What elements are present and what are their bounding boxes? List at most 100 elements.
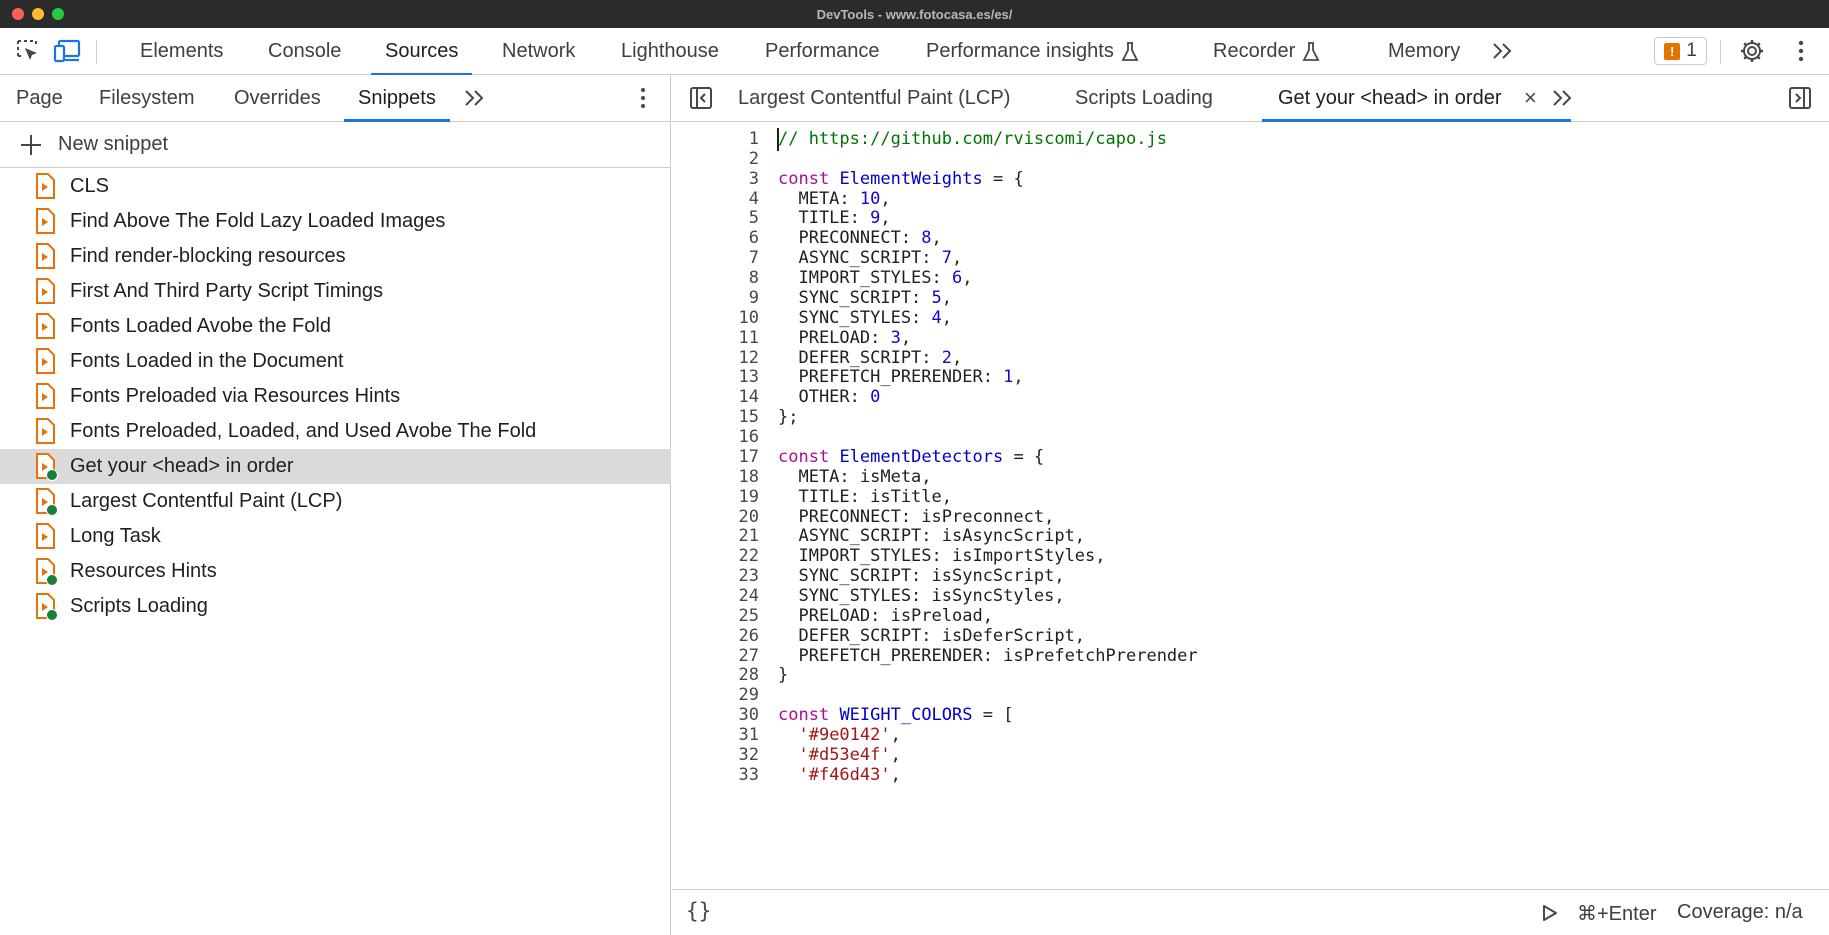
snippet-item[interactable]: Scripts Loading bbox=[0, 589, 671, 624]
code-editor[interactable]: 1 // https://github.com/rviscomi/capo.js 2… bbox=[672, 122, 1829, 894]
code-token-plain: SYNC_SCRIPT: bbox=[778, 287, 932, 308]
code-token-plain: = [ bbox=[972, 705, 1014, 726]
snippet-file-icon bbox=[35, 453, 58, 481]
code-token-number: 5 bbox=[931, 287, 942, 308]
code-token-plain: , bbox=[952, 347, 963, 368]
code-token-plain: , bbox=[890, 764, 901, 785]
snippet-item[interactable]: CLS bbox=[0, 169, 671, 204]
device-toolbar-icon[interactable] bbox=[52, 36, 82, 66]
code-token-plain: , bbox=[1013, 367, 1024, 388]
inspect-element-icon[interactable] bbox=[13, 36, 43, 66]
new-snippet-button[interactable]: New snippet bbox=[0, 122, 671, 168]
snippet-name: Resources Hints bbox=[70, 560, 217, 582]
code-token-plain: DEFER_SCRIPT: isDeferScript, bbox=[778, 625, 1086, 646]
code-token-plain: = { bbox=[1003, 446, 1045, 467]
editor-tab-scripts-loading[interactable]: Scripts Loading bbox=[1075, 75, 1213, 121]
sources-navigator: Page Filesystem Overrides Snippets New s… bbox=[0, 75, 671, 935]
snippet-item[interactable]: Fonts Preloaded, Loaded, and Used Avobe … bbox=[0, 414, 671, 449]
snippet-name: Find render-blocking resources bbox=[70, 245, 346, 267]
pretty-print-icon[interactable]: {} bbox=[686, 899, 711, 923]
snippet-item[interactable]: Fonts Loaded in the Document bbox=[0, 344, 671, 379]
tab-performance-insights[interactable]: Performance insights bbox=[926, 28, 1140, 74]
code-token-plain: , bbox=[931, 228, 942, 249]
code-token-number: 3 bbox=[890, 327, 901, 348]
snippet-item-selected[interactable]: Get your <head> in order bbox=[0, 449, 671, 484]
code-token-plain: , bbox=[890, 744, 901, 765]
more-tabs-icon[interactable] bbox=[1488, 36, 1518, 66]
snippet-item[interactable]: First And Third Party Script Timings bbox=[0, 274, 671, 309]
issues-icon: ! bbox=[1664, 42, 1681, 60]
close-window-button[interactable] bbox=[12, 8, 24, 20]
code-token-number: 2 bbox=[941, 347, 953, 368]
subtab-page[interactable]: Page bbox=[16, 75, 63, 121]
snippet-file-icon bbox=[35, 243, 55, 269]
tab-lighthouse[interactable]: Lighthouse bbox=[621, 28, 719, 74]
settings-icon[interactable] bbox=[1737, 36, 1767, 66]
snippet-name: Fonts Loaded Avobe the Fold bbox=[70, 315, 331, 337]
close-tab-icon[interactable]: × bbox=[1524, 75, 1537, 121]
tab-console[interactable]: Console bbox=[268, 28, 341, 74]
tab-performance[interactable]: Performance bbox=[765, 28, 880, 74]
subtab-filesystem[interactable]: Filesystem bbox=[99, 75, 195, 121]
tab-sources[interactable]: Sources bbox=[370, 28, 473, 75]
navigator-menu-icon[interactable] bbox=[632, 85, 654, 111]
snippet-item[interactable]: Long Task bbox=[0, 519, 671, 554]
code-token-definition: WEIGHT_COLORS bbox=[839, 705, 973, 726]
code-token-plain: , bbox=[890, 725, 901, 746]
more-options-icon[interactable] bbox=[1786, 36, 1816, 66]
code-token-definition: ElementDetectors bbox=[839, 446, 1004, 467]
code-line[interactable]: 33 '#f46d43', bbox=[672, 764, 1829, 787]
toggle-debugger-sidebar-icon[interactable] bbox=[1785, 83, 1815, 113]
subtab-snippets[interactable]: Snippets bbox=[344, 75, 450, 122]
new-snippet-label: New snippet bbox=[58, 133, 169, 155]
code-token-comment: // https://github.com/rviscomi/capo.js bbox=[778, 129, 1167, 149]
tab-network[interactable]: Network bbox=[502, 28, 575, 74]
more-subtabs-icon[interactable] bbox=[460, 83, 490, 113]
tab-memory[interactable]: Memory bbox=[1388, 28, 1460, 74]
snippet-list: CLS Find Above The Fold Lazy Loaded Imag… bbox=[0, 169, 671, 624]
editor-tab-lcp[interactable]: Largest Contentful Paint (LCP) bbox=[738, 75, 1010, 121]
code-token-plain: META: bbox=[778, 188, 860, 209]
code-token-number: 7 bbox=[941, 248, 953, 269]
line-number[interactable]: 33 bbox=[699, 764, 759, 787]
tab-elements[interactable]: Elements bbox=[140, 28, 223, 74]
snippet-file-icon bbox=[35, 348, 55, 374]
snippet-item[interactable]: Fonts Preloaded via Resources Hints bbox=[0, 379, 671, 414]
toggle-navigator-icon[interactable] bbox=[686, 83, 716, 113]
snippet-item[interactable]: Find render-blocking resources bbox=[0, 239, 671, 274]
snippet-item[interactable]: Resources Hints bbox=[0, 554, 671, 589]
snippet-file-icon bbox=[35, 558, 58, 586]
snippet-name: Largest Contentful Paint (LCP) bbox=[70, 490, 343, 512]
code-token-plain: PRELOAD: isPreload, bbox=[778, 605, 993, 626]
code-token-plain: PRECONNECT: bbox=[778, 228, 922, 249]
snippet-item[interactable]: Fonts Loaded Avobe the Fold bbox=[0, 309, 671, 344]
snippet-item[interactable]: Largest Contentful Paint (LCP) bbox=[0, 484, 671, 519]
run-shortcut-label: ⌘+Enter bbox=[1577, 903, 1657, 925]
snippet-name: Fonts Loaded in the Document bbox=[70, 350, 344, 372]
snippet-file-icon bbox=[35, 278, 55, 304]
plus-icon bbox=[20, 134, 42, 156]
minimize-window-button[interactable] bbox=[32, 8, 44, 20]
snippet-item[interactable]: Find Above The Fold Lazy Loaded Images bbox=[0, 204, 671, 239]
code-token-plain: = { bbox=[982, 168, 1024, 189]
code-token-keyword: const bbox=[778, 446, 830, 467]
snippet-file-icon bbox=[35, 523, 55, 549]
code-token-number: 1 bbox=[1003, 367, 1014, 388]
issues-counter-button[interactable]: ! 1 bbox=[1654, 37, 1707, 65]
code-token-plain: OTHER: bbox=[778, 387, 871, 408]
editor-tab-head-order[interactable]: Get your <head> in order bbox=[1261, 75, 1573, 122]
snippet-file-icon bbox=[35, 173, 55, 199]
code-token-plain: SYNC_STYLES: bbox=[778, 307, 932, 328]
window-controls bbox=[12, 8, 64, 20]
subtab-overrides[interactable]: Overrides bbox=[234, 75, 321, 121]
code-token-plain: PREFETCH_PRERENDER: isPrefetchPrerender bbox=[778, 645, 1198, 666]
more-editor-tabs-icon[interactable] bbox=[1548, 83, 1578, 113]
code-token-plain: TITLE: isTitle, bbox=[778, 486, 952, 507]
code-token-plain: TITLE: bbox=[778, 208, 871, 229]
maximize-window-button[interactable] bbox=[52, 8, 64, 20]
run-snippet-icon[interactable] bbox=[1542, 904, 1558, 927]
snippet-name: First And Third Party Script Timings bbox=[70, 280, 384, 302]
tab-recorder[interactable]: Recorder bbox=[1213, 28, 1321, 74]
code-token-number: 9 bbox=[870, 208, 881, 229]
